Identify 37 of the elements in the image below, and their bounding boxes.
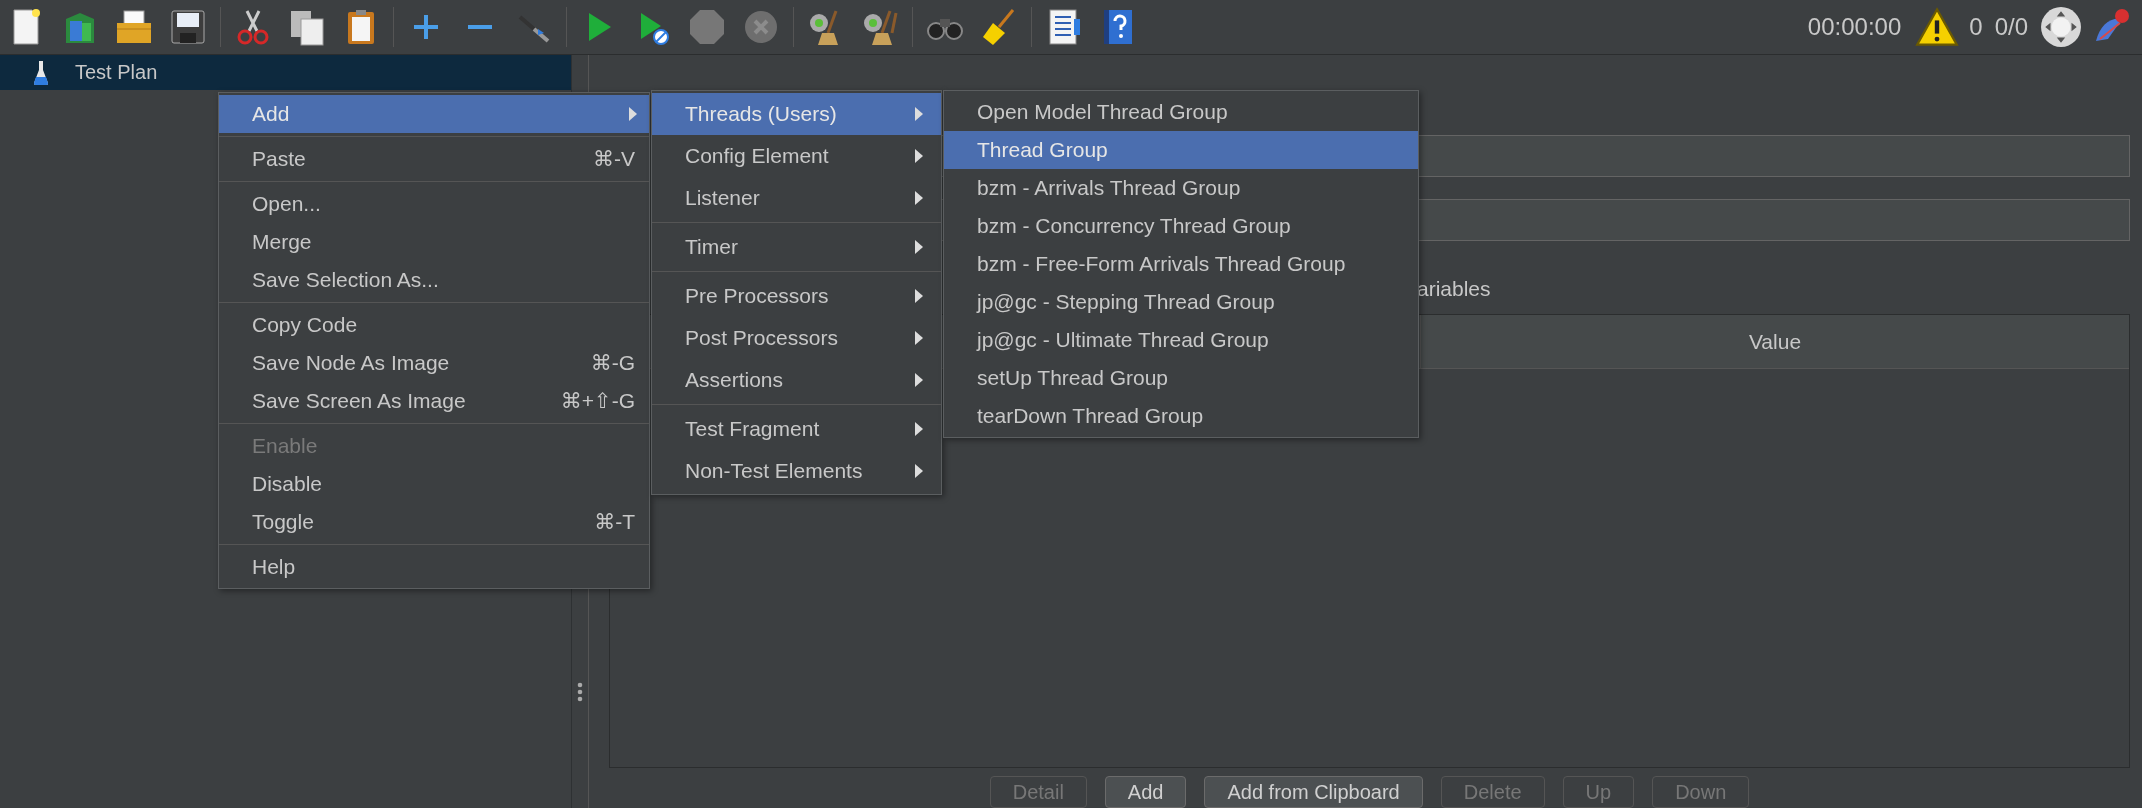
menu-item[interactable]: bzm - Concurrency Thread Group — [944, 207, 1418, 245]
menu-item[interactable]: Thread Group — [944, 131, 1418, 169]
menu-item[interactable]: Save Node As Image ⌘-G — [219, 344, 649, 382]
menu-item[interactable]: Listener — [652, 177, 941, 219]
thread-count: 0/0 — [1994, 13, 2028, 41]
menu-item[interactable]: bzm - Arrivals Thread Group — [944, 169, 1418, 207]
menu-item[interactable]: Toggle ⌘-T — [219, 503, 649, 541]
menu-item[interactable]: Copy Code — [219, 306, 649, 344]
menu-item[interactable]: Save Screen As Image ⌘+⇧-G — [219, 382, 649, 420]
menu-item[interactable]: Timer — [652, 226, 941, 268]
table-action-button[interactable]: Add — [1104, 776, 1187, 808]
menu-item[interactable]: Non-Test Elements — [652, 450, 941, 492]
menu-item[interactable]: Config Element — [652, 135, 941, 177]
variables-label: ariables — [1417, 277, 1491, 302]
menu-item[interactable]: Assertions — [652, 359, 941, 401]
menu-item[interactable]: Save Selection As... — [219, 261, 649, 299]
menu-item[interactable]: bzm - Free-Form Arrivals Thread Group — [944, 245, 1418, 283]
menu-item[interactable]: Test Fragment — [652, 408, 941, 450]
menu-item[interactable]: Merge — [219, 223, 649, 261]
menu-item[interactable]: setUp Thread Group — [944, 359, 1418, 397]
menu-item[interactable]: Open... — [219, 185, 649, 223]
menu-item[interactable]: Paste ⌘-V — [219, 140, 649, 178]
menu-item[interactable]: Help — [219, 548, 649, 586]
error-count: 0 — [1969, 13, 1983, 41]
menu-item[interactable]: Pre Processors — [652, 275, 941, 317]
menu-item[interactable]: Post Processors — [652, 317, 941, 359]
menu-item[interactable]: Disable — [219, 465, 649, 503]
menu-item[interactable]: Add — [219, 95, 649, 133]
menu-item[interactable]: Open Model Thread Group — [944, 93, 1418, 131]
menu-item[interactable]: jp@gc - Ultimate Thread Group — [944, 321, 1418, 359]
table-action-button[interactable]: Add from Clipboard — [1204, 776, 1423, 808]
elapsed-time: 00:00:00 — [1807, 13, 1902, 41]
menu-item[interactable]: jp@gc - Stepping Thread Group — [944, 283, 1418, 321]
tree-item[interactable]: Test Plan — [0, 55, 571, 90]
menu-item[interactable]: tearDown Thread Group — [944, 397, 1418, 435]
column-header[interactable]: Value — [1421, 315, 2129, 368]
menu-item[interactable]: Threads (Users) — [652, 93, 941, 135]
